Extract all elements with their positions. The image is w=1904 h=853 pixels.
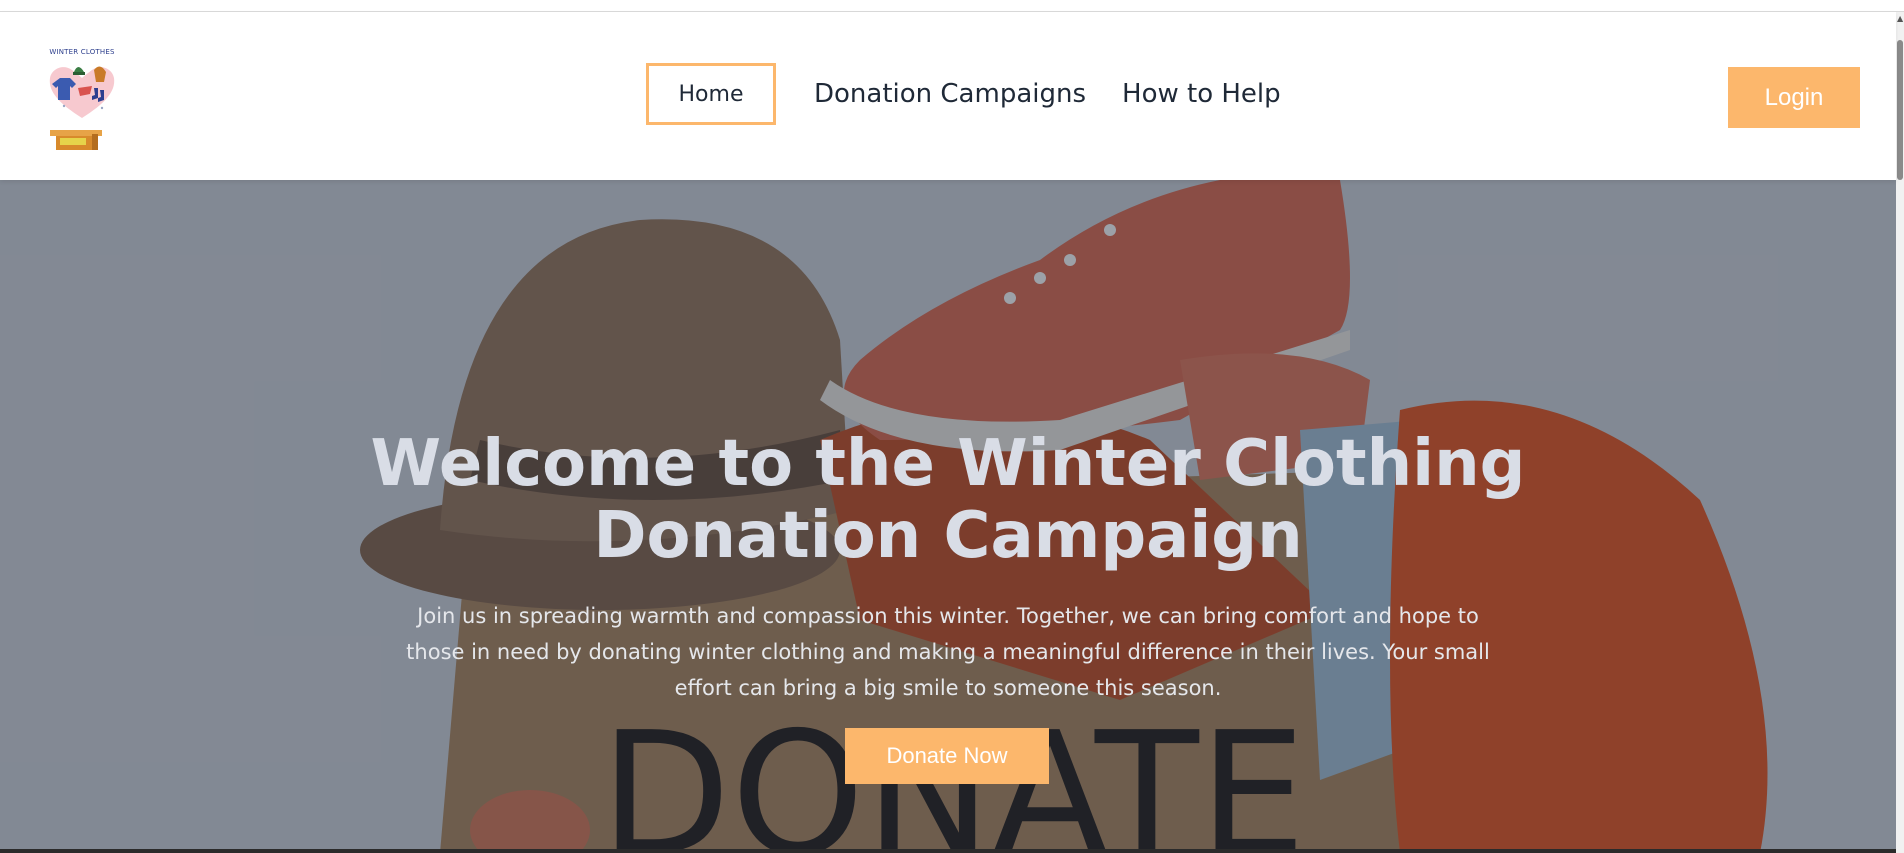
nav-how-to-help[interactable]: How to Help	[1104, 79, 1299, 109]
scrollbar-thumb[interactable]	[1897, 40, 1903, 180]
browser-top-rule	[0, 0, 1904, 12]
logo-text: WINTER CLOTHES	[49, 48, 115, 56]
login-button[interactable]: Login	[1728, 67, 1860, 128]
nav-donation-campaigns[interactable]: Donation Campaigns	[796, 79, 1104, 109]
main-nav: Home Donation Campaigns How to Help	[646, 63, 1299, 125]
site-logo[interactable]: WINTER CLOTHES	[42, 48, 122, 156]
nav-home[interactable]: Home	[646, 63, 776, 125]
hero-banner: DONATE Welcome to the Winter Clothing Do…	[0, 180, 1896, 853]
hero-title: Welcome to the Winter Clothing Donation …	[370, 427, 1526, 573]
site-header: WINTER CLOTHES Home Donation Campaigns H…	[0, 12, 1896, 180]
logo-illustration-icon	[49, 66, 115, 150]
page: WINTER CLOTHES Home Donation Campaigns H…	[0, 0, 1904, 853]
scroll-up-arrow-icon[interactable]: ▲	[1897, 14, 1903, 24]
hero-subtitle: Join us in spreading warmth and compassi…	[406, 604, 1490, 700]
page-scrollbar[interactable]: ▲	[1896, 12, 1904, 853]
donate-now-button[interactable]: Donate Now	[845, 728, 1049, 784]
bottom-edge-bar	[0, 849, 1896, 853]
